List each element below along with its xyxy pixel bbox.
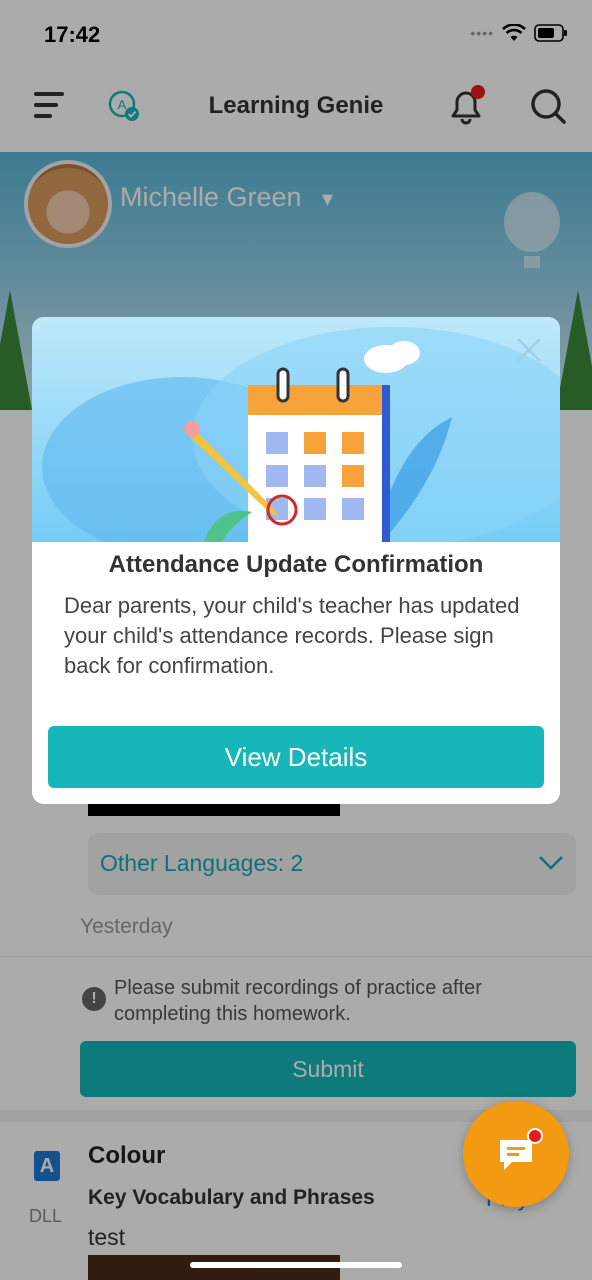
modal-title: Attendance Update Confirmation [108, 551, 484, 578]
calendar-illustration-icon [42, 327, 560, 542]
close-icon[interactable] [514, 335, 544, 365]
chat-fab[interactable] [463, 1101, 569, 1207]
calendar-illustration [32, 317, 560, 542]
home-indicator[interactable] [190, 1262, 402, 1268]
attendance-modal: Attendance Update Confirmation Dear pare… [32, 317, 560, 804]
view-details-button[interactable]: View Details [48, 726, 544, 788]
modal-body: Dear parents, your child's teacher has u… [64, 593, 520, 678]
chat-notification-dot [527, 1128, 543, 1144]
